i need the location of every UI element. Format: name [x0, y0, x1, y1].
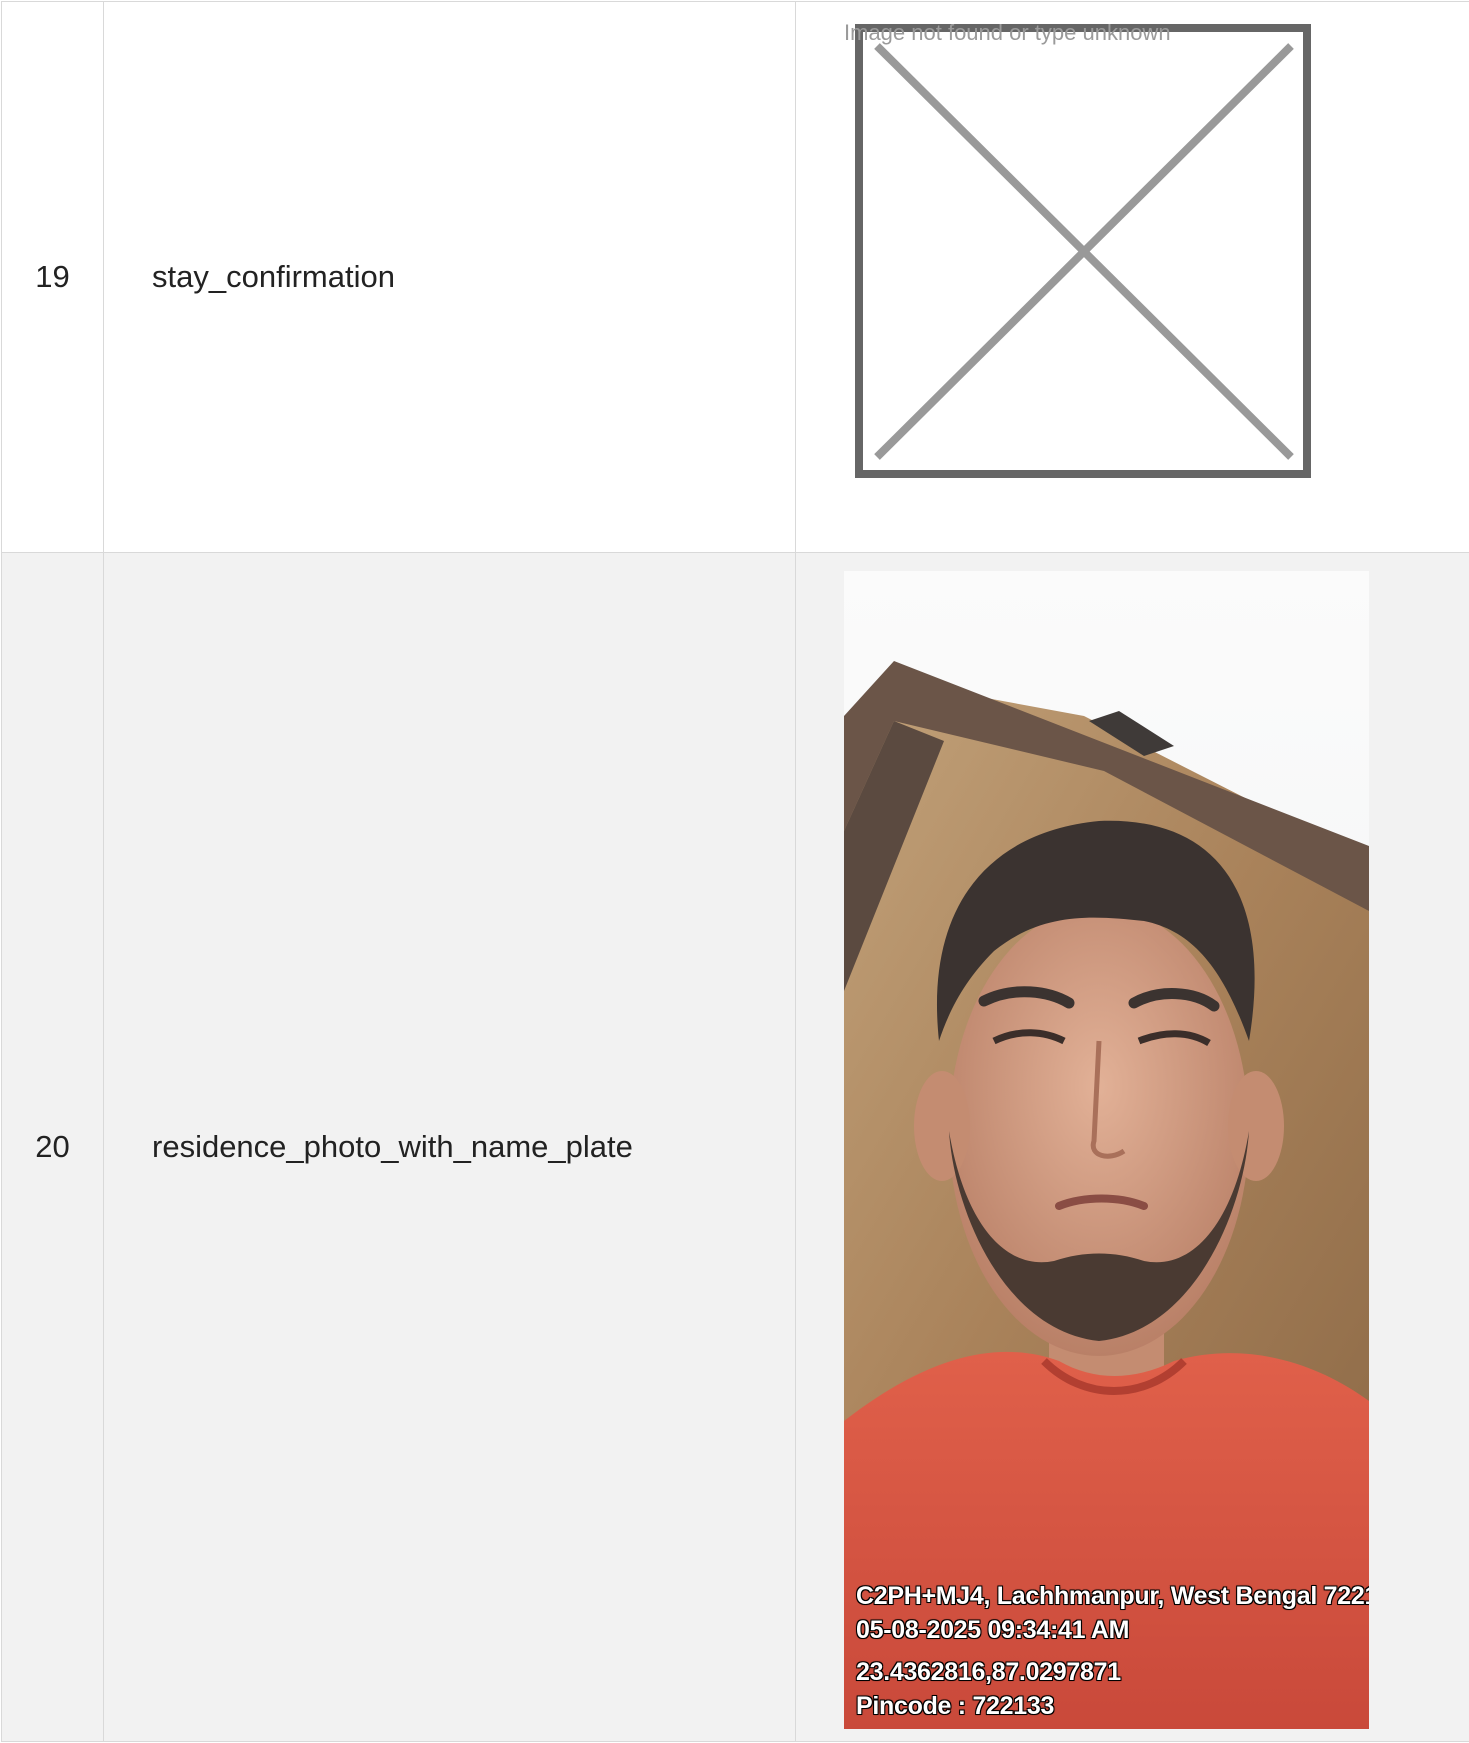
image-cell: Image not found or type unknown	[795, 1, 1469, 553]
field-name: stay_confirmation	[103, 1, 796, 553]
photo-geotag-overlay: C2PH+MJ4, Lachhmanpur, West Bengal 7221 …	[844, 1571, 1369, 1729]
overlay-address: C2PH+MJ4, Lachhmanpur, West Bengal 7221	[856, 1582, 1369, 1610]
residence-photo: C2PH+MJ4, Lachhmanpur, West Bengal 7221 …	[844, 571, 1369, 1729]
row-number: 19	[1, 1, 104, 553]
overlay-pincode: Pincode : 722133	[856, 1692, 1055, 1720]
residence-photo-image	[844, 571, 1369, 1729]
broken-image-icon	[855, 24, 1311, 478]
field-name: residence_photo_with_name_plate	[103, 552, 796, 1742]
overlay-coordinates: 23.4362816,87.0297871	[856, 1658, 1121, 1686]
overlay-timestamp: 05-08-2025 09:34:41 AM	[856, 1616, 1130, 1644]
table-row: 20 residence_photo_with_name_plate C2PH+…	[1, 552, 1469, 1742]
table-row: 19 stay_confirmation Image not found or …	[1, 1, 1469, 553]
image-status-text: Image not found or type unknown	[844, 20, 1171, 45]
data-table: 19 stay_confirmation Image not found or …	[1, 1, 1469, 1742]
image-cell: C2PH+MJ4, Lachhmanpur, West Bengal 7221 …	[795, 552, 1469, 1742]
broken-image: Image not found or type unknown	[844, 20, 1349, 530]
row-number: 20	[1, 552, 104, 1742]
